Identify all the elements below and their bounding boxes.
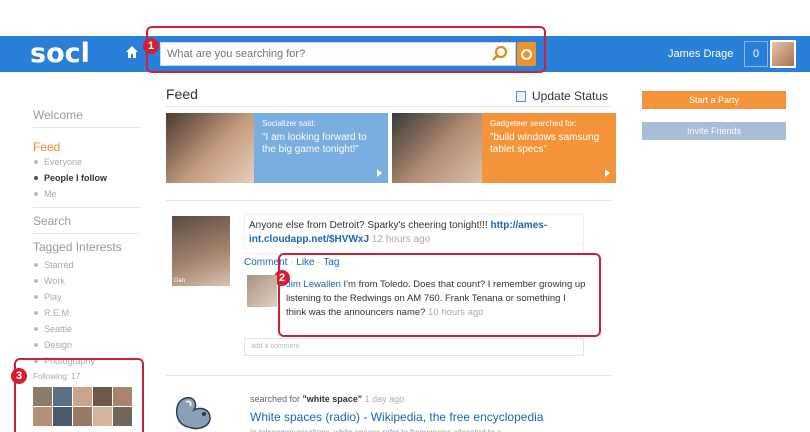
post-author-avatar[interactable]: Dan — [172, 216, 230, 286]
follower-avatar[interactable] — [93, 407, 112, 426]
follower-avatar[interactable] — [53, 387, 72, 406]
search-time: 1 day ago — [362, 394, 405, 404]
follower-avatar[interactable] — [113, 387, 132, 406]
gadgeteer-photo[interactable] — [392, 113, 482, 183]
follower-avatar[interactable] — [93, 387, 112, 406]
comment-time: 10 hours ago — [425, 307, 484, 318]
sidebar-interest-item[interactable]: Seattle — [33, 321, 141, 337]
socializer-tile[interactable]: Socializer said: "I am looking forward t… — [254, 113, 388, 183]
squirrel-avatar-icon[interactable] — [172, 392, 220, 432]
sidebar-divider — [33, 233, 141, 234]
sidebar-feed-item-label: Me — [44, 189, 57, 199]
follower-avatar[interactable] — [73, 387, 92, 406]
sidebar-feed[interactable]: Feed — [33, 140, 141, 154]
sidebar-interest-item[interactable]: Play — [33, 289, 141, 305]
search-prefix: searched for — [250, 394, 303, 404]
add-comment-input[interactable]: add a comment — [244, 338, 584, 356]
sidebar-interest-item[interactable]: Work — [33, 273, 141, 289]
tile-head: Gadgeteer searched for: — [490, 119, 577, 128]
bullet-icon — [34, 279, 38, 283]
bullet-icon — [34, 311, 38, 315]
update-status-button[interactable]: Update Status — [532, 89, 608, 103]
sidebar-divider — [33, 207, 141, 208]
sidebar-interest-label: R.E.M. — [44, 308, 72, 318]
document-icon[interactable] — [516, 91, 526, 102]
follower-avatar[interactable] — [73, 407, 92, 426]
sidebar-search[interactable]: Search — [33, 214, 141, 228]
play-icon — [605, 169, 610, 177]
feed-title: Feed — [166, 86, 198, 102]
callout-box-search — [146, 26, 546, 73]
socializer-photo[interactable] — [166, 113, 254, 183]
callout-badge-1: 1 — [143, 38, 159, 54]
result-snippet: In telecommunications, white spaces refe… — [250, 428, 501, 432]
comment-text: Jim Lewallen I'm from Toledo. Does that … — [286, 278, 586, 320]
callout-badge-3: 3 — [11, 368, 27, 384]
sidebar-interest-label: Work — [44, 276, 65, 286]
sidebar-interest-item[interactable]: Design — [33, 337, 141, 353]
sidebar-welcome[interactable]: Welcome — [33, 108, 141, 122]
bullet-icon — [34, 327, 38, 331]
gadgeteer-tile[interactable]: Gadgeteer searched for: "build windows s… — [482, 113, 616, 183]
sidebar-feed-item[interactable]: People I follow — [33, 170, 141, 186]
feed-divider — [166, 200, 612, 201]
following-count[interactable]: Following: 17 — [33, 372, 80, 381]
sidebar-feed-item-label: People I follow — [44, 173, 108, 183]
sidebar-interest-label: Design — [44, 340, 73, 350]
post-text: Anyone else from Detroit? Sparky's cheer… — [249, 219, 579, 247]
sidebar-feed-item[interactable]: Everyone — [33, 154, 141, 170]
bullet-icon — [34, 263, 38, 267]
socl-logo[interactable]: socl — [30, 38, 90, 69]
user-avatar[interactable] — [770, 40, 796, 68]
bullet-icon — [34, 160, 38, 164]
sidebar-feed-item[interactable]: Me — [33, 186, 141, 202]
post-body: Anyone else from Detroit? Sparky's cheer… — [249, 220, 491, 231]
bullet-icon — [34, 343, 38, 347]
start-party-button[interactable]: Start a Party — [642, 91, 786, 109]
search-activity: searched for "white space" 1 day ago — [250, 394, 404, 404]
commenter-avatar[interactable] — [247, 275, 277, 307]
home-icon[interactable] — [122, 44, 142, 64]
bullet-icon — [34, 192, 38, 196]
sidebar-interest-item[interactable]: Starred — [33, 257, 141, 273]
invite-friends-button[interactable]: Invite Friends — [642, 122, 786, 140]
feed-divider — [166, 106, 612, 107]
post-author-name: Dan — [174, 278, 186, 284]
bullet-icon — [34, 176, 38, 180]
user-name[interactable]: James Drage — [668, 48, 733, 60]
notification-count[interactable]: 0 — [744, 41, 768, 67]
tile-body: "I am looking forward to the big game to… — [262, 132, 367, 155]
sidebar-divider — [33, 127, 141, 128]
tile-body: "build windows samsung tablet specs" — [490, 132, 600, 155]
result-title-link[interactable]: White spaces (radio) - Wikipedia, the fr… — [250, 410, 543, 424]
sidebar-interest-label: Seattle — [44, 324, 73, 334]
follower-avatar[interactable] — [53, 407, 72, 426]
follower-avatar[interactable] — [33, 407, 52, 426]
sidebar-interest-label: Play — [44, 292, 62, 302]
post-time: 12 hours ago — [369, 234, 431, 245]
search-query[interactable]: "white space" — [303, 394, 363, 404]
feed-divider — [166, 375, 612, 376]
play-icon — [377, 169, 382, 177]
sidebar-interest-label: Starred — [44, 260, 74, 270]
sidebar-tagged-interests[interactable]: Tagged Interests — [33, 240, 141, 254]
follower-avatar[interactable] — [33, 387, 52, 406]
sidebar-interest-item[interactable]: R.E.M. — [33, 305, 141, 321]
tile-head: Socializer said: — [262, 119, 316, 128]
comment-author[interactable]: Jim Lewallen — [286, 279, 341, 290]
sidebar-feed-item-label: Everyone — [44, 157, 83, 167]
sidebar: Welcome Feed Everyone People I follow Me S… — [33, 96, 141, 369]
bullet-icon — [34, 295, 38, 299]
follower-avatar[interactable] — [113, 407, 132, 426]
